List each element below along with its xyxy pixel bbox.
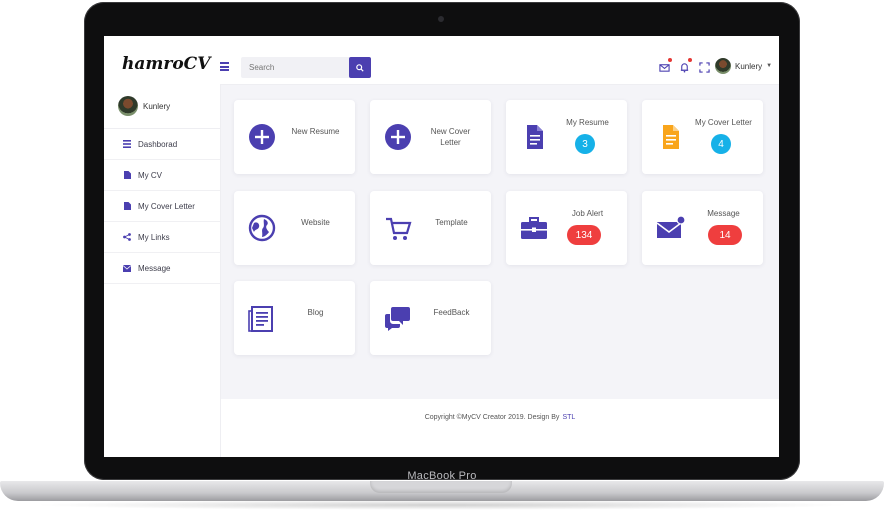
- sidebar-user: Kunlery: [104, 84, 220, 129]
- dashboard-main: New Resume New Cover Letter My Resume 3 …: [221, 85, 779, 399]
- laptop-notch: [370, 481, 512, 493]
- copyright-text: Copyright ©MyCV Creator 2019. Design By: [424, 413, 560, 421]
- count-badge: 4: [711, 134, 731, 154]
- menu-toggle-icon[interactable]: [220, 62, 229, 71]
- footer-brand-link[interactable]: STL: [562, 414, 575, 421]
- sidebar-item-label: My Links: [138, 232, 170, 242]
- screen: hamroCV K: [104, 36, 779, 457]
- card-job-alert[interactable]: Job Alert 134: [506, 191, 627, 265]
- sidebar-item-label: My Cover Letter: [138, 201, 195, 211]
- blog-icon: [248, 306, 273, 332]
- document-icon: [663, 125, 679, 149]
- sidebar-user-name: Kunlery: [143, 101, 171, 111]
- file-icon: [123, 171, 131, 179]
- card-new-cover-letter[interactable]: New Cover Letter: [370, 100, 491, 174]
- card-label: New Cover Letter: [430, 127, 471, 147]
- plus-circle-icon: [249, 124, 275, 150]
- sidebar-item-my-cv[interactable]: My CV: [104, 160, 220, 191]
- top-bar: hamroCV K: [104, 36, 779, 85]
- sidebar: Kunlery Dashborad My CV My Cover Letter …: [104, 84, 221, 457]
- card-label: Job Alert: [571, 209, 604, 218]
- sidebar-item-dashboard[interactable]: Dashborad: [104, 129, 220, 160]
- card-label: My Resume: [566, 118, 609, 127]
- sidebar-item-my-links[interactable]: My Links: [104, 222, 220, 253]
- file-icon: [123, 202, 131, 210]
- card-label: Blog: [307, 308, 324, 317]
- card-blog[interactable]: Blog: [234, 281, 355, 355]
- sidebar-item-my-cover-letter[interactable]: My Cover Letter: [104, 191, 220, 222]
- briefcase-icon: [521, 217, 547, 239]
- document-icon: [527, 125, 543, 149]
- sidebar-item-label: My CV: [138, 170, 162, 180]
- mail-notification-dot: [668, 58, 672, 62]
- card-my-cover-letter[interactable]: My Cover Letter 4: [642, 100, 763, 174]
- avatar: [715, 58, 731, 74]
- card-message[interactable]: Message 14: [642, 191, 763, 265]
- card-label: Template: [435, 218, 468, 227]
- camera: [438, 16, 444, 22]
- card-label: New Resume: [291, 127, 340, 136]
- count-badge: 14: [708, 225, 742, 245]
- count-badge: 3: [575, 134, 595, 154]
- list-icon: [123, 140, 131, 148]
- card-website[interactable]: Website: [234, 191, 355, 265]
- sidebar-item-message[interactable]: Message: [104, 253, 220, 284]
- card-label: Message: [707, 209, 740, 218]
- caret-down-icon: ▼: [766, 63, 773, 69]
- card-my-resume[interactable]: My Resume 3: [506, 100, 627, 174]
- app-logo[interactable]: hamroCV: [122, 54, 210, 74]
- footer: Copyright ©MyCV Creator 2019. Design By …: [221, 399, 779, 435]
- card-label: My Cover Letter: [695, 118, 752, 127]
- search-icon: [356, 63, 364, 72]
- user-name: Kunlery: [735, 61, 763, 71]
- card-label: Website: [301, 218, 330, 227]
- plus-circle-icon: [385, 124, 411, 150]
- avatar: [118, 96, 138, 116]
- chat-bubbles-icon: [385, 307, 410, 331]
- bell-notification-dot: [688, 58, 692, 62]
- card-template[interactable]: Template: [370, 191, 491, 265]
- search-bar: [241, 57, 371, 78]
- share-icon: [123, 233, 131, 241]
- search-button[interactable]: [349, 57, 371, 78]
- envelope-icon: [123, 264, 131, 272]
- laptop-shadow: [30, 500, 854, 510]
- card-feedback[interactable]: FeedBack: [370, 281, 491, 355]
- sidebar-item-label: Dashborad: [138, 139, 178, 149]
- count-badge: 134: [567, 225, 601, 245]
- search-input[interactable]: [241, 57, 351, 78]
- fullscreen-icon[interactable]: [699, 60, 710, 73]
- cart-icon: [386, 217, 412, 240]
- sidebar-item-label: Message: [138, 263, 171, 273]
- bell-icon[interactable]: [679, 58, 692, 73]
- mail-icon[interactable]: [659, 58, 672, 72]
- globe-icon: [248, 214, 276, 242]
- top-icons: [659, 58, 710, 73]
- envelope-icon: [656, 215, 685, 238]
- card-new-resume[interactable]: New Resume: [234, 100, 355, 174]
- user-menu[interactable]: Kunlery ▼: [715, 58, 772, 74]
- card-label: FeedBack: [433, 308, 470, 317]
